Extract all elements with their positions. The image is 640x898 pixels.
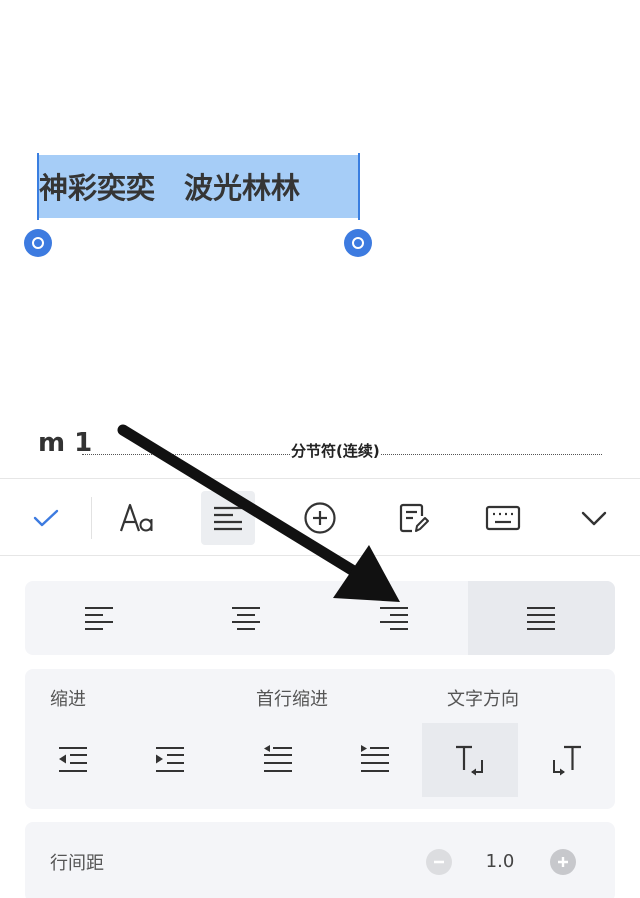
- text-direction-label: 文字方向: [447, 689, 519, 710]
- text-direction-horizontal-icon: [456, 745, 483, 776]
- decrease-indent-button[interactable]: [25, 723, 121, 797]
- editing-toolbar: [0, 478, 640, 556]
- chevron-down-icon: [581, 511, 607, 526]
- selection-start-handle[interactable]: [24, 229, 52, 257]
- toolbar-divider: [91, 497, 92, 539]
- line-spacing-label: 行间距: [50, 853, 104, 874]
- plus-icon: [558, 857, 568, 867]
- check-icon: [33, 509, 59, 527]
- edit-button[interactable]: [386, 491, 440, 545]
- indent-label: 缩进: [50, 689, 86, 710]
- paragraph-button[interactable]: [201, 491, 255, 545]
- alignment-group: [25, 581, 615, 655]
- edit-doc-icon: [399, 503, 429, 533]
- collapse-button[interactable]: [567, 491, 621, 545]
- line-spacing-decrease-button[interactable]: [426, 849, 452, 875]
- align-right-icon: [379, 607, 408, 630]
- increase-indent-icon: [156, 747, 184, 772]
- plus-circle-icon: [304, 502, 336, 534]
- align-center-icon: [232, 607, 261, 630]
- selection-end-caret: [358, 153, 360, 220]
- align-right-button[interactable]: [320, 581, 468, 655]
- text-direction-vertical-icon: [553, 745, 581, 776]
- first-line-decrease-button[interactable]: [230, 723, 326, 797]
- section-break-label: 分节符(连续): [290, 440, 381, 461]
- first-line-indent-label: 首行缩进: [256, 689, 328, 710]
- selected-text[interactable]: 神彩奕奕 波光林林: [39, 166, 300, 210]
- increase-indent-button[interactable]: [122, 723, 218, 797]
- align-justify-button[interactable]: [467, 581, 615, 655]
- line-spacing-group: 行间距 1.0: [25, 822, 615, 898]
- align-center-button[interactable]: [173, 581, 321, 655]
- font-aa-icon: [119, 503, 153, 532]
- insert-button[interactable]: [293, 491, 347, 545]
- first-line-increase-button[interactable]: [327, 723, 423, 797]
- indent-group: 缩进 首行缩进 文字方向: [25, 669, 615, 809]
- minus-icon: [434, 860, 444, 864]
- text-direction-vertical-button[interactable]: [519, 723, 615, 797]
- paragraph-align-icon: [214, 506, 242, 531]
- text-direction-horizontal-button[interactable]: [422, 723, 518, 797]
- align-left-icon: [84, 607, 113, 630]
- align-left-button[interactable]: [25, 581, 173, 655]
- keyboard-button[interactable]: [476, 491, 530, 545]
- confirm-button[interactable]: [19, 491, 73, 545]
- decrease-indent-icon: [59, 747, 87, 772]
- align-justify-icon: [527, 607, 556, 630]
- keyboard-icon: [485, 505, 521, 531]
- first-line-outdent-icon: [264, 745, 292, 772]
- line-spacing-increase-button[interactable]: [550, 849, 576, 875]
- first-line-indent-icon: [361, 745, 389, 772]
- document-canvas[interactable]: 神彩奕奕 波光林林 m 1 分节符(连续): [0, 0, 640, 478]
- paragraph-panel: 缩进 首行缩进 文字方向 行间距 1.0: [0, 557, 640, 898]
- line-spacing-value: 1.0: [485, 851, 515, 872]
- font-button[interactable]: [110, 491, 164, 545]
- selection-end-handle[interactable]: [344, 229, 372, 257]
